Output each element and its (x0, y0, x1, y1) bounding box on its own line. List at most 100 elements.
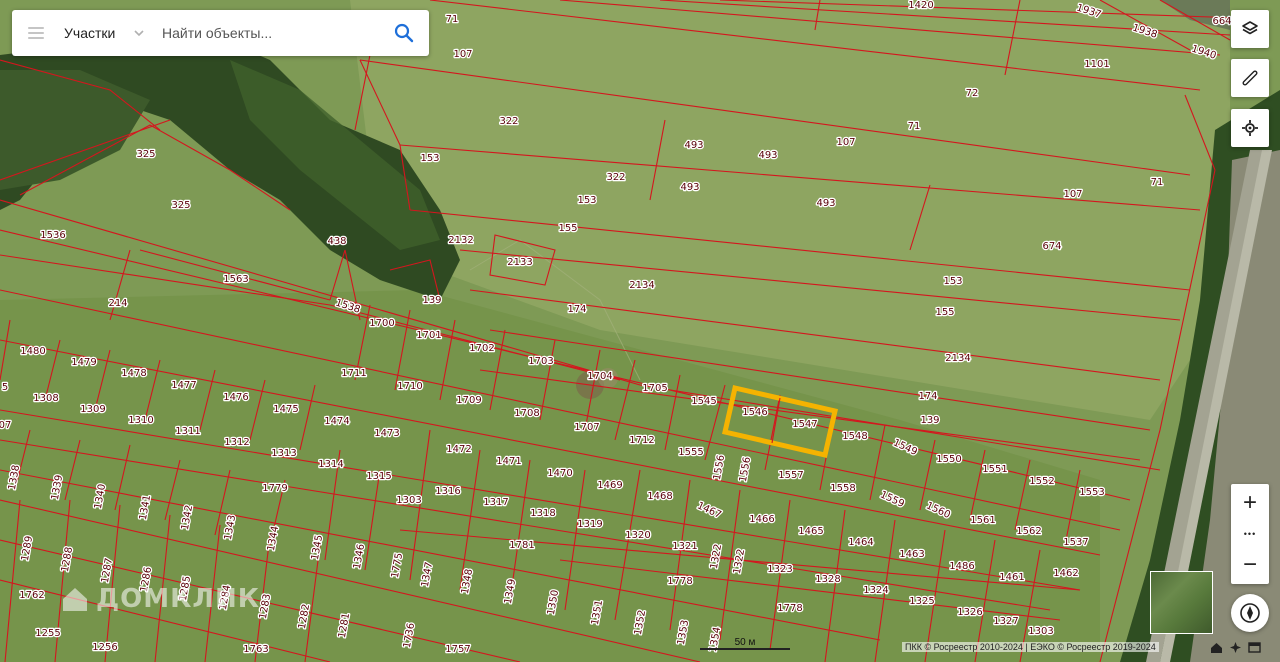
parcel-number: 1555 (678, 447, 703, 458)
parcel-number: 1473 (374, 428, 399, 439)
parcel-number: 325 (171, 200, 190, 211)
parcel-number: 1320 (625, 530, 650, 541)
search-bar: Участки (12, 10, 429, 56)
cadastral-map[interactable]: 1420 19371938664194071107110172322 7110749… (0, 0, 1280, 662)
parcel-number: 1475 (273, 404, 298, 415)
parcel-number: 1328 (815, 574, 840, 585)
parcel-number: 1309 (80, 404, 105, 415)
search-input[interactable] (160, 24, 374, 42)
parcel-number: 107 (836, 137, 855, 148)
parcel-number: 1478 (121, 368, 146, 379)
location-icon[interactable] (1229, 641, 1242, 654)
layers-button[interactable] (1231, 10, 1269, 48)
zoom-in-button[interactable]: + (1231, 484, 1269, 522)
parcel-number: 1763 (243, 644, 268, 655)
parcel-number: 1310 (128, 415, 153, 426)
parcel-number: 1710 (397, 381, 422, 392)
parcel-number: 1317 (483, 497, 508, 508)
parcel-number: 1311 (175, 426, 200, 437)
bottom-icons (1210, 641, 1261, 654)
parcel-number: 1550 (936, 454, 961, 465)
parcel-number: 139 (920, 415, 939, 426)
parcel-number: 1315 (366, 471, 391, 482)
object-type-label: Участки (64, 25, 116, 41)
parcel-number: 155 (935, 307, 954, 318)
parcel-number: 1321 (672, 541, 697, 552)
parcel-number: 1461 (999, 572, 1024, 583)
watermark-text: ДОМКЛИК (96, 584, 260, 614)
parcel-number: 1563 (223, 274, 248, 285)
crosshair-icon (1242, 120, 1258, 136)
attribution-text: ПКК © Росреестр 2010-2024 | ЕЭКО © Росре… (902, 642, 1159, 652)
parcel-number: 1778 (777, 603, 802, 614)
scale-label: 50 м (734, 637, 756, 648)
parcel-number: 1474 (324, 416, 349, 427)
parcel-number: 493 (816, 198, 835, 209)
parcel-number: 1546 (742, 407, 767, 418)
parcel-number: 1762 (19, 590, 44, 601)
parcel-number: 72 (966, 88, 979, 99)
my-location-button[interactable] (1231, 109, 1269, 147)
parcel-number: 214 (108, 298, 127, 309)
ruler-button[interactable] (1231, 59, 1269, 97)
parcel-number: 1551 (982, 464, 1007, 475)
parcel-number: 1318 (530, 508, 555, 519)
parcel-number: 153 (943, 276, 962, 287)
parcel-number: 1537 (1063, 537, 1088, 548)
parcel-number: 1480 (20, 346, 45, 357)
parcel-number: 1256 (92, 642, 117, 653)
parcel-number: 1466 (749, 514, 774, 525)
menu-icon[interactable] (28, 27, 44, 39)
parcel-number: 1476 (223, 392, 248, 403)
parcel-number: 1308 (33, 393, 58, 404)
fullscreen-icon[interactable] (1248, 641, 1261, 654)
parcel-number: 155 (558, 223, 577, 234)
more-button[interactable]: ••• (1231, 522, 1269, 546)
home-icon[interactable] (1210, 641, 1223, 654)
parcel-number: 1479 (71, 357, 96, 368)
parcel-number: 1465 (798, 526, 823, 537)
parcel-number: 153 (577, 195, 596, 206)
minimap-thumbnail[interactable] (1150, 571, 1213, 634)
parcel-number: 1255 (35, 628, 60, 639)
parcel-number: 322 (499, 116, 518, 127)
parcel-number: 1420 (908, 0, 933, 11)
ruler-icon (1242, 70, 1258, 86)
parcel-number: 1547 (792, 419, 817, 430)
parcel-number: 1707 (574, 422, 599, 433)
parcel-number: 325 (136, 149, 155, 160)
parcel-number: 493 (758, 150, 777, 161)
parcel-number: 2134 (629, 280, 654, 291)
parcel-number: 1323 (767, 564, 792, 575)
parcel-number: 1545 (691, 396, 716, 407)
parcel-number: 1462 (1053, 568, 1078, 579)
parcel-number: 1313 (271, 448, 296, 459)
house-icon (63, 588, 87, 611)
compass-button[interactable] (1231, 594, 1269, 632)
parcel-number: 71 (1151, 177, 1164, 188)
parcel-number: 1101 (1084, 59, 1109, 70)
parcel-number: 1303 (1028, 626, 1053, 637)
zoom-out-button[interactable]: − (1231, 546, 1269, 584)
parcel-number: 1470 (547, 468, 572, 479)
parcel-number: 71 (446, 14, 459, 25)
parcel-number: 1712 (629, 435, 654, 446)
parcel-number: 1557 (778, 470, 803, 481)
object-type-select[interactable]: Участки (64, 25, 150, 41)
parcel-number: 1781 (509, 540, 534, 551)
parcel-number: 1708 (514, 408, 539, 419)
parcel-number: 1463 (899, 549, 924, 560)
search-icon[interactable] (393, 22, 415, 44)
parcel-number: 1709 (456, 395, 481, 406)
parcel-number: 1312 (224, 437, 249, 448)
parcel-number: 1757 (445, 644, 470, 655)
parcel-number: 1471 (496, 456, 521, 467)
layers-icon (1242, 21, 1258, 35)
parcel-number: 438 (327, 236, 346, 247)
parcel-number: 1700 (369, 318, 394, 329)
chevron-down-icon (134, 30, 144, 37)
zoom-controls: + ••• − (1231, 484, 1269, 584)
parcel-number: 174 (918, 391, 937, 402)
parcel-number: 1552 (1029, 476, 1054, 487)
parcel-number: 1464 (848, 537, 873, 548)
